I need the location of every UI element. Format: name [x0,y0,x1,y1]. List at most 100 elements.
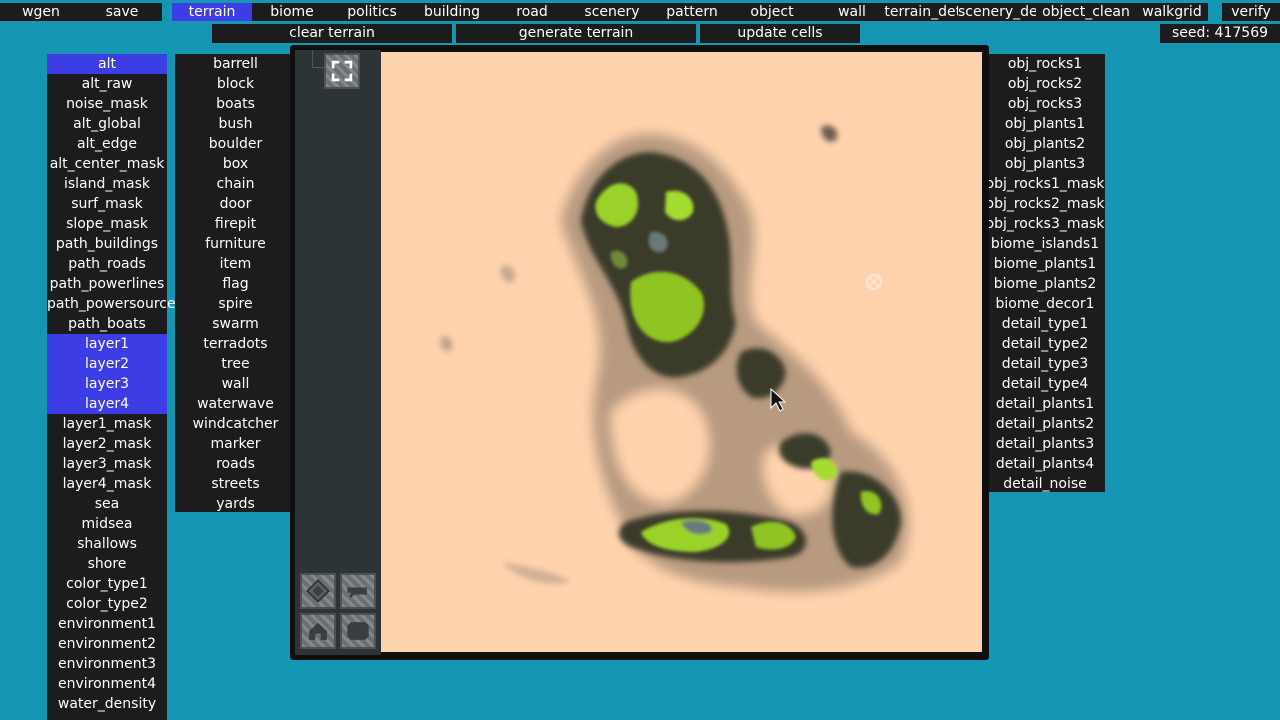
mask-item-detail-noise[interactable]: detail_noise [985,474,1105,494]
object-item-yards[interactable]: yards [175,494,296,514]
object-item-furniture[interactable]: furniture [175,234,296,254]
mask-item-detail-plants2[interactable]: detail_plants2 [985,414,1105,434]
object-item-door[interactable]: door [175,194,296,214]
mask-item-detail-plants4[interactable]: detail_plants4 [985,454,1105,474]
layer-item-layer2-mask[interactable]: layer2_mask [47,434,167,454]
layer-item-water-density[interactable]: water_density [47,694,167,714]
mask-item-biome-islands1[interactable]: biome_islands1 [985,234,1105,254]
tab-road[interactable]: road [492,3,572,21]
layer-item-layer4-mask[interactable]: layer4_mask [47,474,167,494]
tab-object-cleanup[interactable]: object_clean [1036,3,1136,21]
mask-item-detail-type3[interactable]: detail_type3 [985,354,1105,374]
mask-item-detail-plants3[interactable]: detail_plants3 [985,434,1105,454]
tab-wall[interactable]: wall [812,3,892,21]
mask-item-obj-plants3[interactable]: obj_plants3 [985,154,1105,174]
tag-icon[interactable] [340,613,376,649]
object-item-terradots[interactable]: terradots [175,334,296,354]
layer-item-color-type1[interactable]: color_type1 [47,574,167,594]
mask-item-obj-rocks1[interactable]: obj_rocks1 [985,54,1105,74]
mask-item-detail-type4[interactable]: detail_type4 [985,374,1105,394]
object-item-item[interactable]: item [175,254,296,274]
mask-item-detail-type2[interactable]: detail_type2 [985,334,1105,354]
layer-item-path-powerlines[interactable]: path_powerlines [47,274,167,294]
object-item-block[interactable]: block [175,74,296,94]
layer-item-alt-global[interactable]: alt_global [47,114,167,134]
object-item-marker[interactable]: marker [175,434,296,454]
layer-item-environment2[interactable]: environment2 [47,634,167,654]
object-item-streets[interactable]: streets [175,474,296,494]
layer-item-layer3[interactable]: layer3 [47,374,167,394]
layer-item-path-roads[interactable]: path_roads [47,254,167,274]
object-item-barrell[interactable]: barrell [175,54,296,74]
diamond-icon[interactable] [300,573,336,609]
tab-walkgrid[interactable]: walkgrid [1136,3,1208,21]
layer-item-layer2[interactable]: layer2 [47,354,167,374]
fullscreen-icon[interactable] [324,53,360,89]
object-item-wall[interactable]: wall [175,374,296,394]
layer-item-island-mask[interactable]: island_mask [47,174,167,194]
tab-politics[interactable]: politics [332,3,412,21]
layer-item-alt[interactable]: alt [47,54,167,74]
object-item-chain[interactable]: chain [175,174,296,194]
layer-item-shallows[interactable]: shallows [47,534,167,554]
object-item-spire[interactable]: spire [175,294,296,314]
layer-item-color-type2[interactable]: color_type2 [47,594,167,614]
mask-item-obj-rocks3[interactable]: obj_rocks3 [985,94,1105,114]
object-item-windcatcher[interactable]: windcatcher [175,414,296,434]
tab-wgen[interactable]: wgen [0,3,82,21]
layer-item-shore[interactable]: shore [47,554,167,574]
mask-item-biome-decor1[interactable]: biome_decor1 [985,294,1105,314]
object-item-roads[interactable]: roads [175,454,296,474]
object-item-tree[interactable]: tree [175,354,296,374]
layer-item-environment3[interactable]: environment3 [47,654,167,674]
layer-item-layer1-mask[interactable]: layer1_mask [47,414,167,434]
tab-object[interactable]: object [732,3,812,21]
object-item-swarm[interactable]: swarm [175,314,296,334]
mask-item-obj-rocks1-mask[interactable]: obj_rocks1_mask [985,174,1105,194]
mask-item-obj-rocks2[interactable]: obj_rocks2 [985,74,1105,94]
layer-item-alt-edge[interactable]: alt_edge [47,134,167,154]
object-item-flag[interactable]: flag [175,274,296,294]
mask-item-obj-plants2[interactable]: obj_plants2 [985,134,1105,154]
tab-scenery-detail[interactable]: scenery_det [958,3,1038,21]
tab-verify[interactable]: verify [1222,3,1280,21]
layer-item-surf-mask[interactable]: surf_mask [47,194,167,214]
brush-icon[interactable] [340,573,376,609]
layer-item-alt-center-mask[interactable]: alt_center_mask [47,154,167,174]
layer-item-environment1[interactable]: environment1 [47,614,167,634]
mask-item-biome-plants1[interactable]: biome_plants1 [985,254,1105,274]
object-item-box[interactable]: box [175,154,296,174]
layer-item-noise-mask[interactable]: noise_mask [47,94,167,114]
object-item-boulder[interactable]: boulder [175,134,296,154]
tab-pattern[interactable]: pattern [652,3,732,21]
object-item-bush[interactable]: bush [175,114,296,134]
mask-item-obj-rocks3-mask[interactable]: obj_rocks3_mask [985,214,1105,234]
tab-biome[interactable]: biome [252,3,332,21]
home-icon[interactable] [300,613,336,649]
layer-item-layer4[interactable]: layer4 [47,394,167,414]
object-item-waterwave[interactable]: waterwave [175,394,296,414]
layer-item-path-powersource[interactable]: path_powersource [47,294,176,314]
object-item-boats[interactable]: boats [175,94,296,114]
update-cells-button[interactable]: update cells [700,24,860,43]
layer-item-layer1[interactable]: layer1 [47,334,167,354]
terrain-map-canvas[interactable] [381,52,982,652]
mask-item-biome-plants2[interactable]: biome_plants2 [985,274,1105,294]
layer-item-path-buildings[interactable]: path_buildings [47,234,167,254]
tab-save[interactable]: save [82,3,162,21]
layer-item-layer3-mask[interactable]: layer3_mask [47,454,167,474]
layer-item-alt-raw[interactable]: alt_raw [47,74,167,94]
mask-item-detail-type1[interactable]: detail_type1 [985,314,1105,334]
layer-item-path-boats[interactable]: path_boats [47,314,167,334]
layer-item-slope-mask[interactable]: slope_mask [47,214,167,234]
generate-terrain-button[interactable]: generate terrain [456,24,696,43]
layer-item-sea[interactable]: sea [47,494,167,514]
mask-item-obj-plants1[interactable]: obj_plants1 [985,114,1105,134]
mask-item-detail-plants1[interactable]: detail_plants1 [985,394,1105,414]
clear-terrain-button[interactable]: clear terrain [212,24,452,43]
layer-item-environment4[interactable]: environment4 [47,674,167,694]
tab-terrain[interactable]: terrain [172,3,252,21]
tab-building[interactable]: building [412,3,492,21]
layer-item-midsea[interactable]: midsea [47,514,167,534]
tab-scenery[interactable]: scenery [572,3,652,21]
